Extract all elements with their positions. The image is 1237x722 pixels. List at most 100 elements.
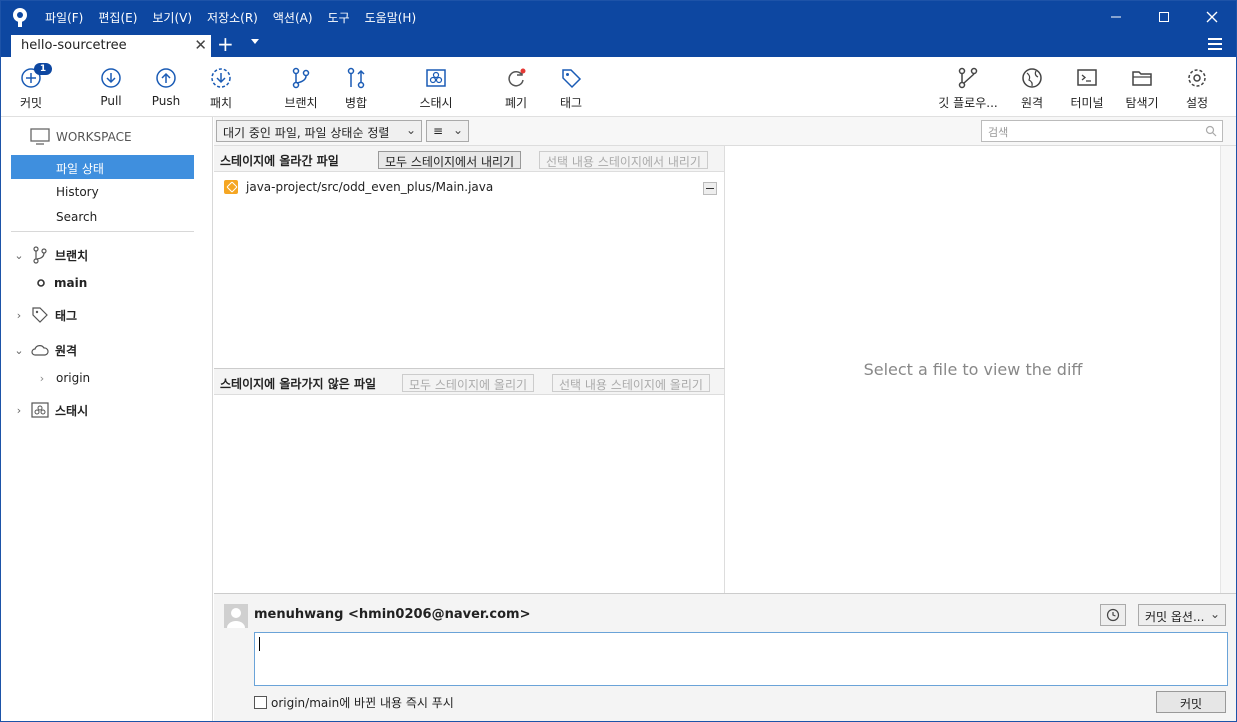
modified-file-icon: [224, 180, 238, 194]
maximize-button[interactable]: [1140, 1, 1188, 33]
sidebar-group-branches[interactable]: ⌄ 브랜치: [13, 244, 88, 266]
chevron-down-icon[interactable]: ⌄: [13, 344, 25, 357]
chevron-down-icon: ⌄: [1209, 607, 1220, 621]
push-arrow-up-icon: [156, 68, 176, 88]
commit-message-input[interactable]: [254, 632, 1228, 686]
diff-scrollbar[interactable]: [1220, 146, 1236, 593]
commit-submit-button[interactable]: 커밋: [1156, 691, 1226, 713]
menu-repository[interactable]: 저장소(R): [207, 9, 258, 26]
gitflow-label: 깃 플로우...: [938, 96, 998, 110]
branch-button[interactable]: 브랜치: [271, 67, 331, 111]
sidebar-group-stashes[interactable]: › 스태시: [13, 399, 88, 421]
chevron-right-icon[interactable]: ›: [13, 309, 25, 322]
minimize-button[interactable]: [1092, 1, 1140, 33]
menu-actions[interactable]: 액션(A): [273, 9, 313, 26]
sidebar-group-remotes[interactable]: ⌄ 원격: [13, 339, 77, 361]
remote-button[interactable]: 원격: [1002, 67, 1062, 111]
commit-history-button[interactable]: [1100, 604, 1126, 626]
sidebar-item-file-status[interactable]: 파일 상태: [11, 155, 194, 179]
commit-author: menuhwang <hmin0206@naver.com>: [254, 607, 531, 622]
tag-icon: [32, 307, 48, 323]
explorer-label: 탐색기: [1125, 96, 1159, 110]
terminal-icon: [1077, 69, 1097, 86]
push-immediately-label: origin/main에 바뀐 내용 즉시 푸시: [271, 696, 454, 710]
remote-label: 원격: [1020, 96, 1044, 110]
stage-selected-button[interactable]: 선택 내용 스테이지에 올리기: [552, 374, 710, 392]
patch-button[interactable]: 패치: [191, 67, 251, 111]
sort-dropdown-label: 대기 중인 파일, 파일 상태순 정렬: [223, 126, 390, 140]
monitor-icon: [30, 128, 50, 145]
branch-label: 브랜치: [284, 96, 318, 110]
stash-button[interactable]: 스태시: [406, 67, 466, 111]
staged-file-row[interactable]: java-project/src/odd_even_plus/Main.java: [224, 180, 493, 194]
menu-view[interactable]: 보기(V): [152, 9, 192, 26]
stash-label: 스태시: [419, 96, 453, 110]
patch-label: 패치: [209, 96, 233, 110]
patch-icon: [211, 68, 231, 88]
repo-tab-title: hello-sourcetree: [21, 38, 127, 53]
discard-button[interactable]: 폐기: [486, 67, 546, 111]
push-immediately-checkbox[interactable]: [254, 696, 267, 709]
menu-bar: 파일(F) 편집(E) 보기(V) 저장소(R) 액션(A) 도구 도움말(H): [45, 9, 416, 26]
remote-origin-label: origin: [56, 371, 91, 385]
merge-button[interactable]: 병합: [326, 67, 386, 111]
unstage-selected-button[interactable]: 선택 내용 스테이지에서 내리기: [539, 151, 708, 169]
push-immediately-option[interactable]: origin/main에 바뀐 내용 즉시 푸시: [254, 694, 454, 711]
view-mode-dropdown[interactable]: ≡ ⌄: [426, 120, 469, 142]
pull-button[interactable]: Pull: [81, 67, 141, 108]
diff-placeholder: Select a file to view the diff: [863, 360, 1083, 379]
sourcetree-logo-icon: [13, 8, 27, 27]
hamburger-menu-icon[interactable]: [1208, 38, 1222, 53]
tab-list-dropdown-icon[interactable]: [251, 39, 259, 44]
discard-refresh-icon: [508, 68, 526, 87]
search-input[interactable]: 검색: [981, 120, 1223, 142]
sidebar-item-search[interactable]: Search: [11, 205, 194, 229]
menu-help[interactable]: 도움말(H): [365, 9, 417, 26]
commit-count-badge: 1: [34, 63, 52, 75]
window-controls: [1092, 1, 1236, 33]
staged-header: 스테이지에 올라간 파일 모두 스테이지에서 내리기 선택 내용 스테이지에서 …: [214, 146, 724, 172]
tab-bar: hello-sourcetree ✕ +: [1, 33, 1236, 57]
merge-label: 병합: [344, 96, 368, 110]
close-window-button[interactable]: [1188, 1, 1236, 33]
app-window: 파일(F) 편집(E) 보기(V) 저장소(R) 액션(A) 도구 도움말(H)…: [0, 0, 1237, 722]
push-button[interactable]: Push: [136, 67, 196, 108]
sort-dropdown[interactable]: 대기 중인 파일, 파일 상태순 정렬 ⌄: [216, 120, 422, 142]
repo-tab[interactable]: hello-sourcetree ✕: [11, 35, 211, 57]
sidebar-group-tags[interactable]: › 태그: [13, 304, 77, 326]
gitflow-icon: [958, 67, 978, 89]
chevron-right-icon[interactable]: ›: [36, 372, 48, 385]
chevron-down-icon[interactable]: ⌄: [13, 249, 25, 262]
commit-options-label: 커밋 옵션...: [1145, 610, 1205, 624]
unstage-all-button[interactable]: 모두 스테이지에서 내리기: [378, 151, 522, 169]
stash-icon: [31, 402, 49, 418]
tag-icon: [562, 69, 582, 89]
main-content: 대기 중인 파일, 파일 상태순 정렬 ⌄ ≡ ⌄ 검색 스테이지에 올라간 파…: [214, 117, 1236, 593]
menu-tools[interactable]: 도구: [328, 9, 350, 26]
tag-button[interactable]: 태그: [541, 67, 601, 111]
sidebar-item-label: 파일 상태: [56, 162, 104, 176]
sidebar-item-history[interactable]: History: [11, 180, 194, 204]
explorer-button[interactable]: 탐색기: [1112, 67, 1172, 111]
gitflow-button[interactable]: 깃 플로우...: [933, 67, 1003, 111]
folder-icon: [1132, 71, 1152, 86]
commit-toolbar-button[interactable]: 1 커밋: [1, 63, 61, 111]
unstage-file-minus-icon[interactable]: [703, 182, 717, 195]
menu-edit[interactable]: 편집(E): [98, 9, 137, 26]
stage-all-button[interactable]: 모두 스테이지에 올리기: [402, 374, 535, 392]
close-tab-icon[interactable]: ✕: [194, 36, 207, 54]
chevron-right-icon[interactable]: ›: [13, 404, 25, 417]
sidebar-branch-main[interactable]: main: [36, 276, 87, 290]
commit-options-dropdown[interactable]: 커밋 옵션... ⌄: [1138, 604, 1226, 626]
main-toolbar: 1 커밋 Pull Push 패치 브랜치 병합 스태시 폐기 태그 깃 플로우…: [1, 57, 1236, 117]
sidebar: WORKSPACE 파일 상태 History Search ⌄ 브랜치 mai…: [1, 117, 213, 721]
diff-panel: Select a file to view the diff: [726, 146, 1236, 593]
sidebar-remote-origin[interactable]: › origin: [36, 371, 90, 385]
avatar: [224, 604, 248, 628]
menu-file[interactable]: 파일(F): [45, 9, 83, 26]
terminal-button[interactable]: 터미널: [1057, 67, 1117, 111]
settings-button[interactable]: 설정: [1167, 67, 1227, 111]
search-placeholder: 검색: [988, 126, 1009, 139]
settings-label: 설정: [1185, 96, 1209, 110]
new-tab-button[interactable]: +: [217, 34, 234, 54]
